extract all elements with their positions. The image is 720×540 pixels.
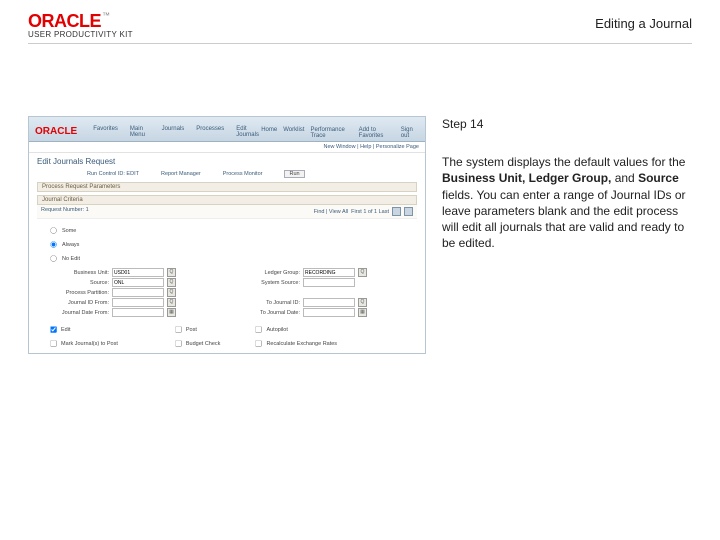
page-title: Edit Journals Request bbox=[37, 157, 417, 166]
instruction-column: Step 14 The system displays the default … bbox=[442, 116, 687, 251]
lookup-icon[interactable]: Q bbox=[167, 298, 176, 307]
brand-tm: ™ bbox=[102, 11, 110, 20]
nav-link[interactable]: Sign out bbox=[401, 127, 419, 139]
app-brand: ORACLE bbox=[35, 126, 77, 137]
lookup-icon[interactable]: Q bbox=[167, 268, 176, 277]
calendar-icon[interactable]: ▦ bbox=[358, 308, 367, 317]
chk-edit[interactable] bbox=[50, 326, 57, 333]
nav-tab[interactable]: Main Menu bbox=[128, 125, 152, 139]
radio-no-edit[interactable] bbox=[50, 255, 57, 262]
request-number-value: 1 bbox=[86, 207, 89, 213]
instr-bold-1: Business Unit, Ledger Group, bbox=[442, 171, 611, 185]
step-number: Step 14 bbox=[442, 116, 687, 132]
instr-bold-2: Source bbox=[638, 171, 679, 185]
chk-mark-post-label: Mark Journal(s) to Post bbox=[61, 341, 118, 347]
run-button[interactable]: Run bbox=[284, 170, 304, 178]
lookup-icon[interactable]: Q bbox=[358, 268, 367, 277]
process-label: Process Partition: bbox=[47, 290, 109, 296]
ledger-input[interactable] bbox=[303, 268, 355, 277]
lookup-icon[interactable]: Q bbox=[167, 288, 176, 297]
source-label: Source: bbox=[47, 280, 109, 286]
instr-mid: and bbox=[611, 171, 638, 185]
page-tools[interactable]: New Window | Help | Personalize Page bbox=[29, 142, 425, 153]
nav-link[interactable]: Worklist bbox=[283, 127, 304, 139]
radio-always-label: Always bbox=[62, 242, 79, 248]
brand-subtitle: USER PRODUCTIVITY KIT bbox=[28, 31, 133, 39]
date-to-input[interactable] bbox=[303, 308, 355, 317]
chk-budget[interactable] bbox=[175, 340, 182, 347]
jid-from-input[interactable] bbox=[112, 298, 164, 307]
date-to-label: To Journal Date: bbox=[238, 310, 300, 316]
section-process-request: Process Request Parameters bbox=[37, 182, 417, 192]
lookup-icon[interactable]: Q bbox=[167, 278, 176, 287]
run-control-label: Run Control ID: EDIT bbox=[87, 171, 139, 177]
embedded-screenshot: ORACLE Favorites Main Menu Journals Proc… bbox=[28, 116, 426, 354]
jid-to-input[interactable] bbox=[303, 298, 355, 307]
lookup-icon[interactable]: Q bbox=[358, 298, 367, 307]
chk-recalc-label: Recalculate Exchange Rates bbox=[266, 341, 337, 347]
bu-label: Business Unit: bbox=[47, 270, 109, 276]
nav-link[interactable]: Add to Favorites bbox=[359, 127, 395, 139]
date-from-label: Journal Date From: bbox=[47, 310, 109, 316]
screenshot-column: ORACLE Favorites Main Menu Journals Proc… bbox=[28, 116, 426, 354]
nav-tab[interactable]: Edit Journals bbox=[234, 125, 261, 139]
find-view-link[interactable]: Find | View All bbox=[314, 209, 348, 215]
instr-post: fields. You can enter a range of Journal… bbox=[442, 188, 686, 251]
process-input[interactable] bbox=[112, 288, 164, 297]
chk-edit-label: Edit bbox=[61, 327, 70, 333]
chk-post-label: Post bbox=[186, 327, 197, 333]
instr-pre: The system displays the default values f… bbox=[442, 155, 685, 169]
chk-autopilot-label: Autopilot bbox=[266, 327, 287, 333]
brand: ORACLE™ USER PRODUCTIVITY KIT bbox=[28, 12, 133, 39]
radio-always[interactable] bbox=[50, 241, 57, 248]
nav-link[interactable]: Performance Trace bbox=[310, 127, 352, 139]
radio-some[interactable] bbox=[50, 227, 57, 234]
section-journal-criteria: Journal Criteria bbox=[37, 195, 417, 205]
chk-autopilot[interactable] bbox=[256, 326, 263, 333]
jid-to-label: To Journal ID: bbox=[238, 300, 300, 306]
date-from-input[interactable] bbox=[112, 308, 164, 317]
jid-from-label: Journal ID From: bbox=[47, 300, 109, 306]
instruction-text: The system displays the default values f… bbox=[442, 154, 687, 251]
process-monitor-link[interactable]: Process Monitor bbox=[223, 171, 263, 177]
nav-tab[interactable]: Journals bbox=[160, 125, 187, 139]
brand-name: ORACLE bbox=[28, 11, 101, 31]
sys-source-input[interactable] bbox=[303, 278, 355, 287]
radio-no-edit-label: No Edit bbox=[62, 256, 80, 262]
chk-post[interactable] bbox=[175, 326, 182, 333]
doc-title: Editing a Journal bbox=[595, 12, 692, 31]
pager[interactable]: First 1 of 1 Last bbox=[351, 209, 389, 215]
page-header: ORACLE™ USER PRODUCTIVITY KIT Editing a … bbox=[28, 12, 692, 44]
chk-recalc[interactable] bbox=[256, 340, 263, 347]
nav-link[interactable]: Home bbox=[261, 127, 277, 139]
calendar-icon[interactable]: ▦ bbox=[167, 308, 176, 317]
radio-some-label: Some bbox=[62, 228, 76, 234]
nav-tab[interactable]: Processes bbox=[194, 125, 226, 139]
app-header: ORACLE Favorites Main Menu Journals Proc… bbox=[29, 117, 425, 142]
chk-mark-post[interactable] bbox=[50, 340, 57, 347]
bu-input[interactable] bbox=[112, 268, 164, 277]
chk-budget-label: Budget Check bbox=[186, 341, 221, 347]
sys-source-label: System Source: bbox=[238, 280, 300, 286]
source-input[interactable] bbox=[112, 278, 164, 287]
report-manager-link[interactable]: Report Manager bbox=[161, 171, 201, 177]
nav-tab[interactable]: Favorites bbox=[91, 125, 120, 139]
ledger-label: Ledger Group: bbox=[238, 270, 300, 276]
request-number-label: Request Number: bbox=[41, 207, 84, 213]
delete-row-icon[interactable] bbox=[404, 207, 413, 216]
nav-right: Home Worklist Performance Trace Add to F… bbox=[261, 127, 419, 139]
add-row-icon[interactable] bbox=[392, 207, 401, 216]
nav-tabs: Favorites Main Menu Journals Processes E… bbox=[91, 125, 261, 139]
